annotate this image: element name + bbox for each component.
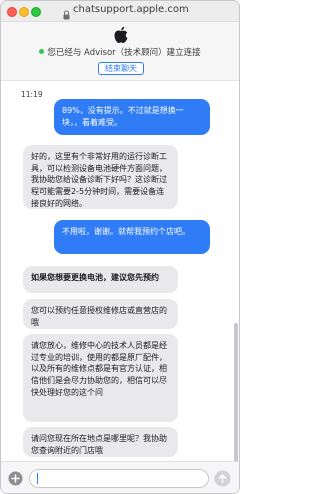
timestamp: 11:19	[21, 90, 43, 99]
text-caret	[37, 473, 38, 484]
advisor-message: 如果您想要更换电池，建议您先预约	[23, 266, 178, 293]
close-window-button[interactable]	[7, 7, 17, 17]
send-arrow-icon[interactable]	[214, 470, 231, 491]
apple-logo-icon	[113, 26, 129, 48]
chat-transcript[interactable]: 11:19 89%，没有提示。不过就是想换一块，，看着难受。 好的，这里有个非常…	[1, 81, 239, 461]
connection-status: 您已经与 Advisor（技术顾问）建立连接	[1, 46, 239, 58]
advisor-message: 请问您现在所在地点是哪里呢？我协助您查询附近的门店哦	[23, 427, 178, 457]
minimize-window-button[interactable]	[19, 7, 29, 17]
advisor-message: 请您放心，维修中心的技术人员都是经过专业的培训，使用的都是原厂配件，以及所有的维…	[23, 334, 178, 422]
message-composer	[1, 461, 239, 493]
advisor-message: 好的，这里有个非常好用的运行诊断工具，可以检测设备电池硬件方面问题，我协助您给设…	[23, 145, 178, 209]
status-dot	[39, 49, 45, 54]
chat-header: 您已经与 Advisor（技术顾问）建立连接 结束聊天	[1, 22, 239, 81]
message-input[interactable]	[29, 469, 209, 488]
end-chat-button[interactable]: 结束聊天	[98, 62, 144, 75]
status-text: 您已经与 Advisor（技术顾问）建立连接	[47, 48, 201, 58]
advisor-message: 您可以预约任意授权维修店或直营店的哦	[23, 299, 178, 329]
chat-scrollbar[interactable]	[234, 323, 238, 473]
browser-window: chatsupport.apple.com 您已经与 Advisor（技术顾问）…	[0, 0, 240, 494]
zoom-window-button[interactable]	[31, 7, 41, 17]
user-message: 89%，没有提示。不过就是想换一块，，看着难受。	[54, 99, 210, 135]
user-message: 不用啦，谢谢。就帮我预约个店吧。	[54, 220, 210, 254]
plus-circle-icon[interactable]	[8, 471, 23, 490]
address-bar-url[interactable]: chatsupport.apple.com	[73, 4, 189, 15]
title-bar: chatsupport.apple.com	[1, 1, 239, 22]
